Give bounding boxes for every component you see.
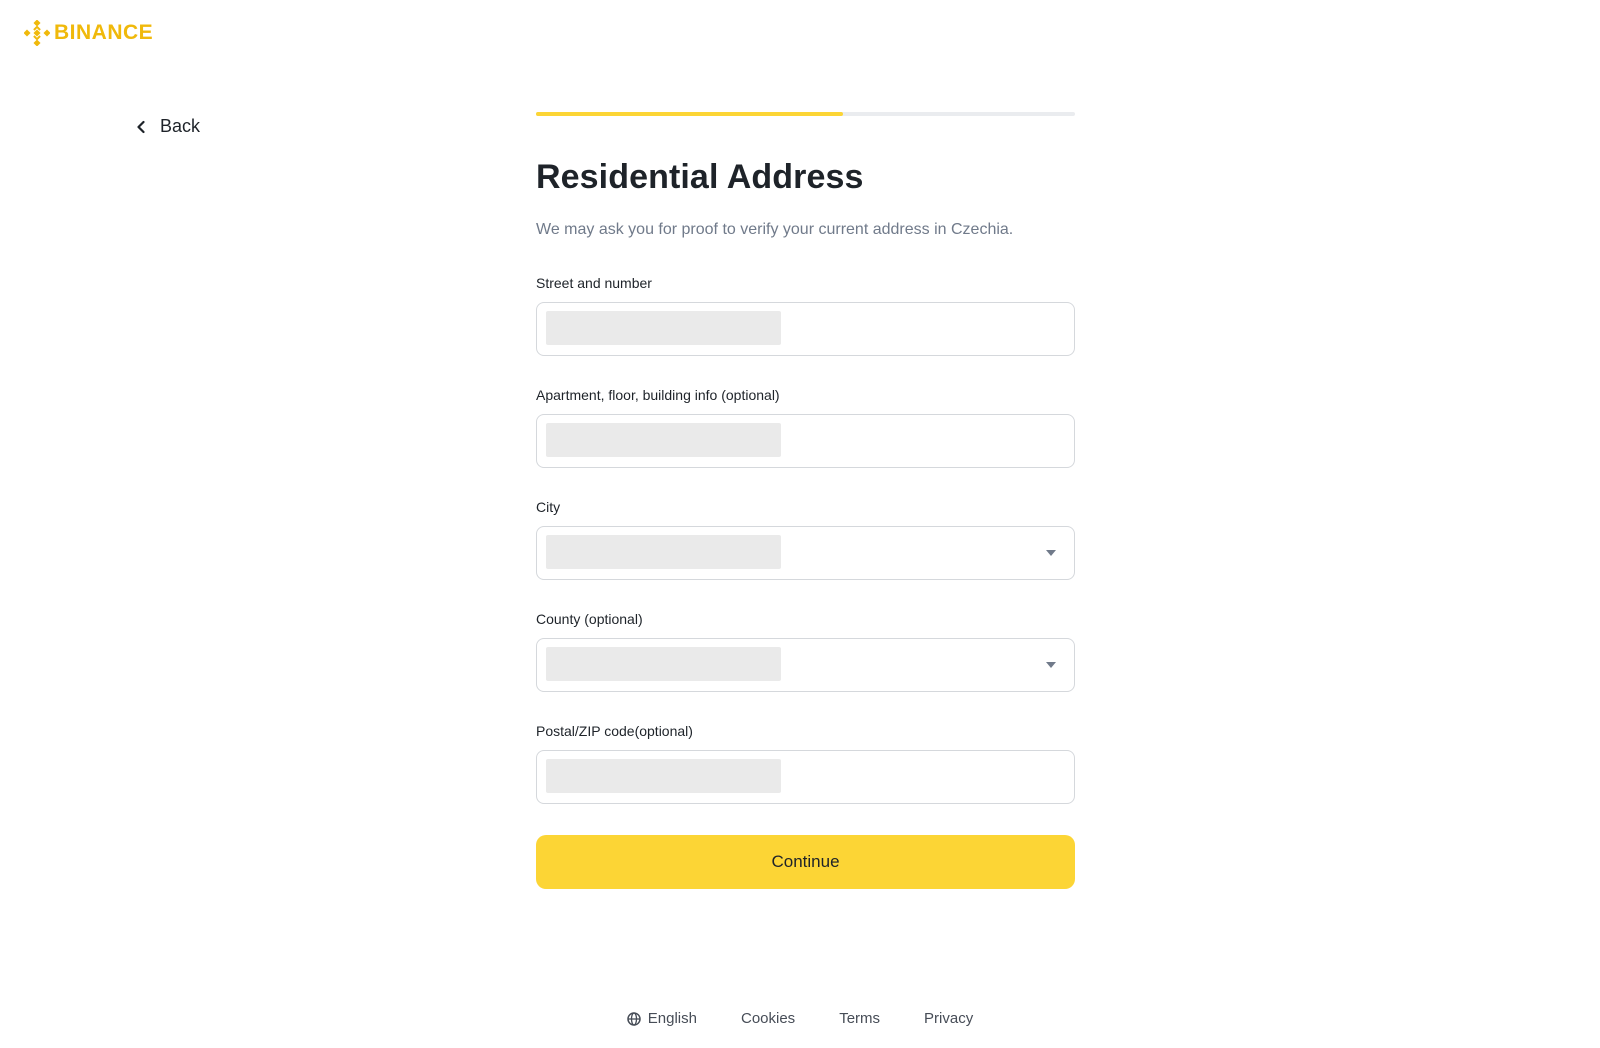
- back-button[interactable]: Back: [136, 116, 200, 137]
- postal-input-box[interactable]: [536, 750, 1075, 804]
- county-field: County (optional): [536, 611, 1075, 692]
- city-field: City: [536, 499, 1075, 580]
- apartment-input-box[interactable]: [536, 414, 1075, 468]
- brand-name: BINANCE: [54, 21, 154, 44]
- continue-button[interactable]: Continue: [536, 835, 1075, 889]
- apartment-input[interactable]: [537, 415, 1074, 467]
- cookies-link[interactable]: Cookies: [741, 1010, 795, 1027]
- caret-down-icon[interactable]: [1046, 550, 1056, 556]
- progress-fill: [536, 112, 844, 116]
- page-subtitle: We may ask you for proof to verify your …: [536, 221, 1014, 238]
- postal-input[interactable]: [537, 751, 1074, 803]
- caret-down-icon[interactable]: [1046, 662, 1056, 668]
- street-input[interactable]: [537, 303, 1074, 355]
- street-field: Street and number: [536, 275, 1075, 356]
- county-label: County (optional): [536, 611, 643, 627]
- language-selector[interactable]: English: [627, 1010, 697, 1027]
- footer: English Cookies Terms Privacy: [0, 1010, 1600, 1027]
- apartment-label: Apartment, floor, building info (optiona…: [536, 387, 780, 403]
- street-label: Street and number: [536, 275, 652, 291]
- address-form: Street and number Apartment, floor, buil…: [536, 275, 1075, 804]
- page-title: Residential Address: [536, 158, 864, 196]
- privacy-link[interactable]: Privacy: [924, 1010, 973, 1027]
- postal-label: Postal/ZIP code(optional): [536, 723, 693, 739]
- binance-logo[interactable]: BINANCE: [24, 20, 153, 46]
- county-select[interactable]: [536, 638, 1075, 692]
- apartment-field: Apartment, floor, building info (optiona…: [536, 387, 1075, 468]
- chevron-left-icon: [137, 120, 145, 133]
- globe-icon: [627, 1011, 641, 1026]
- binance-diamond-icon: [24, 20, 50, 46]
- back-label: Back: [160, 116, 201, 136]
- street-input-box[interactable]: [536, 302, 1075, 356]
- city-label: City: [536, 499, 561, 515]
- county-select-value[interactable]: [537, 639, 1074, 691]
- city-select[interactable]: [536, 526, 1075, 580]
- city-select-value[interactable]: [537, 527, 1074, 579]
- language-label: English: [647, 1010, 697, 1027]
- progress-bar: [536, 112, 1075, 116]
- terms-link[interactable]: Terms: [839, 1010, 880, 1027]
- address-form-container: Residential Address We may ask you for p…: [536, 112, 1075, 889]
- postal-field: Postal/ZIP code(optional): [536, 723, 1075, 804]
